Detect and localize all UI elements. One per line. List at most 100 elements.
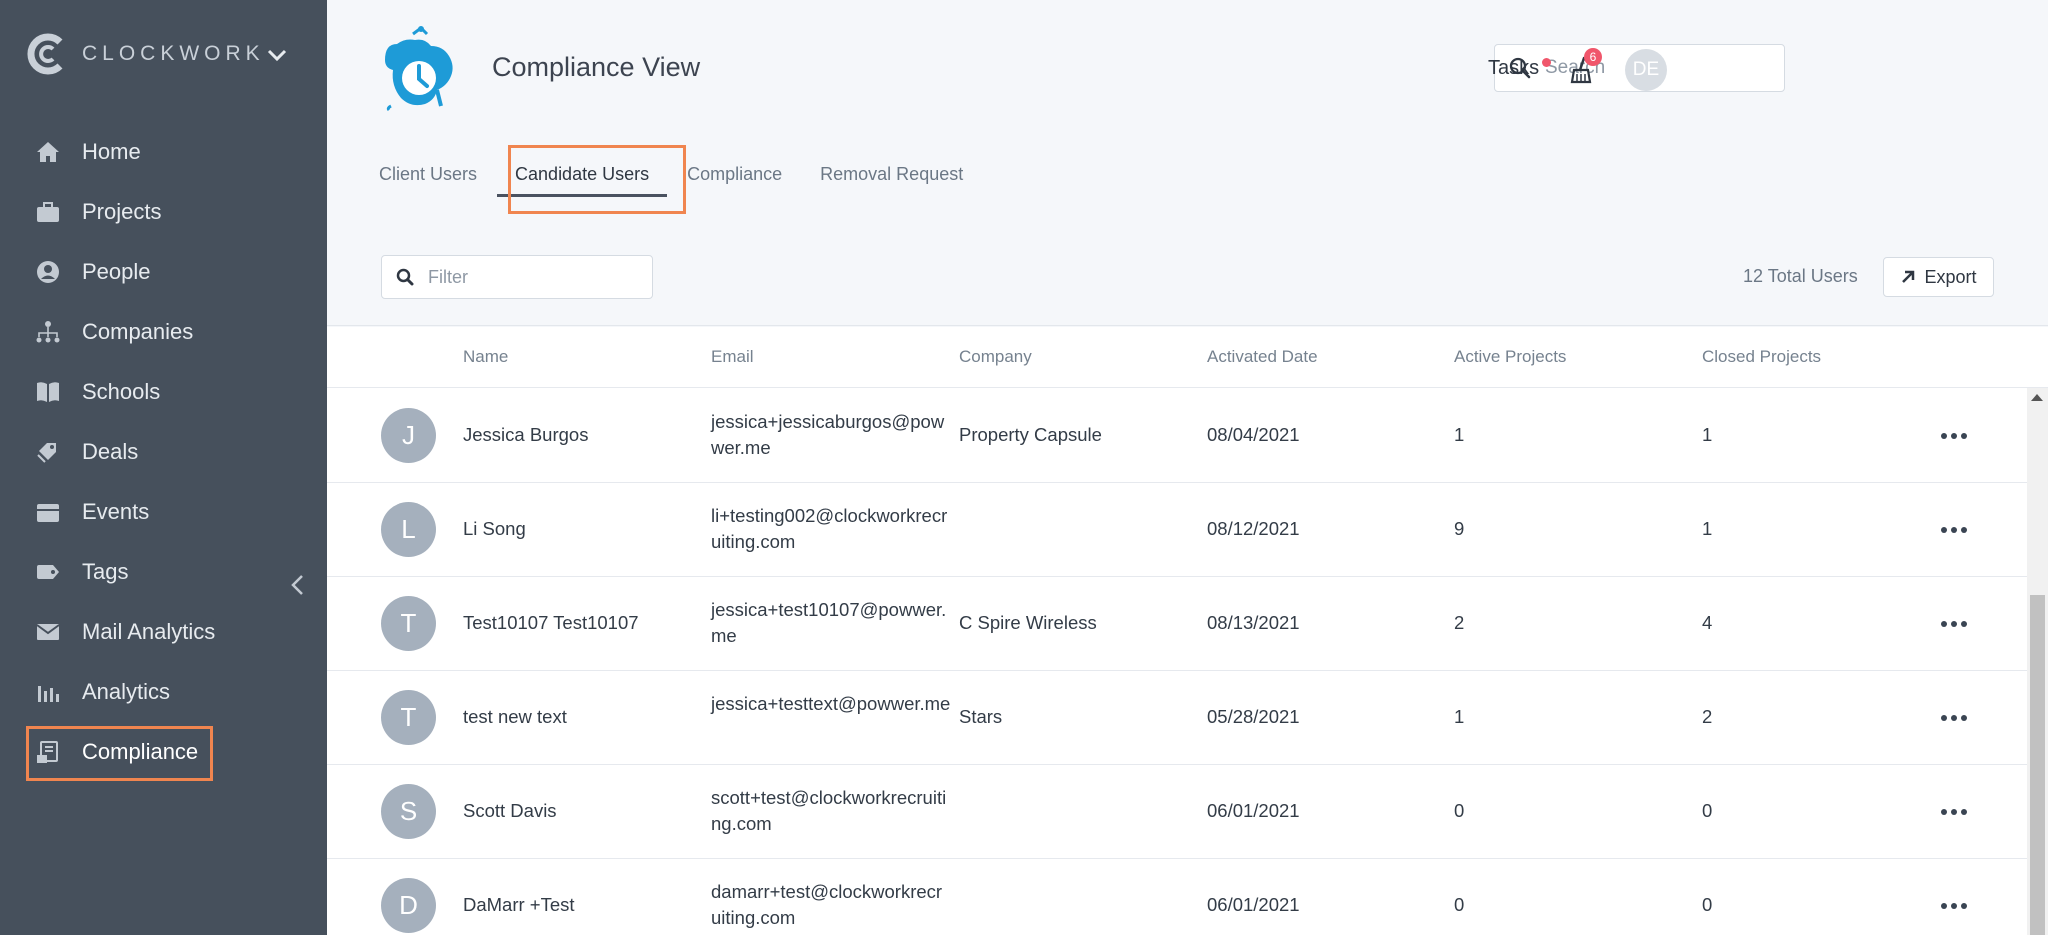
column-header-closed-projects[interactable]: Closed Projects — [1702, 347, 1821, 367]
cell-name[interactable]: DaMarr +Test — [463, 894, 575, 916]
table-row[interactable]: S Scott Davis scott+test@clockworkrecrui… — [327, 765, 2048, 859]
cell-company: Property Capsule — [959, 424, 1102, 445]
cell-activated-date: 05/28/2021 — [1207, 706, 1300, 727]
bar-chart-icon — [34, 678, 62, 706]
column-header-name[interactable]: Name — [463, 347, 508, 367]
sidebar-item-deals[interactable]: Deals — [0, 422, 327, 482]
cell-active-projects: 0 — [1454, 894, 1465, 915]
avatar: S — [381, 784, 436, 839]
cell-company: C Spire Wireless — [959, 612, 1097, 633]
cell-active-projects: 2 — [1454, 612, 1465, 633]
column-header-active-projects[interactable]: Active Projects — [1454, 347, 1566, 367]
export-button[interactable]: Export — [1883, 257, 1994, 297]
more-options-icon[interactable] — [1934, 520, 1974, 540]
header-controls: Client Users Candidate Users Compliance … — [327, 0, 2048, 326]
arrow-up-right-icon — [1902, 270, 1915, 283]
mail-icon — [34, 618, 62, 646]
sidebar-item-mail-analytics[interactable]: Mail Analytics — [0, 602, 327, 662]
cell-activated-date: 08/13/2021 — [1207, 612, 1300, 633]
table-header: Name Email Company Activated Date Active… — [327, 327, 2048, 388]
avatar: J — [381, 408, 436, 463]
cell-email: li+testing002@clockworkrecruiting.com — [711, 505, 948, 552]
cell-email: jessica+jessicaburgos@powwer.me — [711, 411, 945, 458]
tab-removal-request[interactable]: Removal Request — [820, 150, 963, 203]
cell-closed-projects: 4 — [1702, 612, 1713, 633]
cell-company: Stars — [959, 706, 1003, 727]
tag-icon — [34, 558, 62, 586]
cell-name[interactable]: Scott Davis — [463, 800, 557, 822]
more-options-icon[interactable] — [1934, 708, 1974, 728]
sidebar-item-companies[interactable]: Companies — [0, 302, 327, 362]
more-options-icon[interactable] — [1934, 614, 1974, 634]
sidebar-item-people[interactable]: People — [0, 242, 327, 302]
book-icon — [34, 378, 62, 406]
table-row[interactable]: T test new text jessica+testtext@powwer.… — [327, 671, 2048, 765]
avatar: D — [381, 878, 436, 933]
chevron-left-icon[interactable] — [280, 568, 314, 602]
more-options-icon[interactable] — [1934, 896, 1974, 916]
tab-compliance[interactable]: Compliance — [687, 150, 782, 203]
cell-activated-date: 06/01/2021 — [1207, 894, 1300, 915]
person-icon — [34, 258, 62, 286]
cell-email: damarr+test@clockworkrecruiting.com — [711, 881, 943, 928]
export-label: Export — [1924, 266, 1977, 287]
table-row[interactable]: D DaMarr +Test damarr+test@clockworkrecr… — [327, 859, 2048, 935]
candidate-users-table: Name Email Company Activated Date Active… — [327, 327, 2048, 935]
cell-activated-date: 06/01/2021 — [1207, 800, 1300, 821]
table-row[interactable]: J Jessica Burgos jessica+jessicaburgos@p… — [327, 389, 2048, 483]
cell-active-projects: 1 — [1454, 706, 1465, 727]
cell-name[interactable]: Jessica Burgos — [463, 424, 588, 446]
cell-activated-date: 08/04/2021 — [1207, 424, 1300, 445]
more-options-icon[interactable] — [1934, 802, 1974, 822]
total-users-count: 12 Total Users — [1743, 266, 1858, 286]
tab-client-users[interactable]: Client Users — [379, 150, 477, 203]
tab-bar: Client Users Candidate Users Compliance … — [379, 150, 1001, 203]
brand[interactable]: CLOCKWORK — [26, 32, 265, 76]
chevron-down-icon[interactable] — [262, 40, 292, 70]
table-row[interactable]: T Test10107 Test10107 jessica+test10107@… — [327, 577, 2048, 671]
sidebar-item-label: Events — [82, 499, 150, 524]
cell-email: scott+test@clockworkrecruiting.com — [711, 787, 947, 834]
cell-closed-projects: 1 — [1702, 518, 1713, 539]
tab-highlight-box — [508, 145, 686, 214]
sidebar: CLOCKWORK Home Projects People Companies… — [0, 0, 327, 935]
column-header-email[interactable]: Email — [711, 347, 754, 367]
cell-name[interactable]: Li Song — [463, 518, 526, 540]
sidebar-item-label: Schools — [82, 379, 161, 404]
cell-active-projects: 9 — [1454, 518, 1465, 539]
sidebar-item-projects[interactable]: Projects — [0, 182, 327, 242]
cell-activated-date: 08/12/2021 — [1207, 518, 1300, 539]
sidebar-item-analytics[interactable]: Analytics — [0, 662, 327, 722]
cell-email: jessica+testtext@powwer.me — [711, 693, 951, 714]
scroll-up-arrow-icon[interactable] — [2031, 394, 2043, 401]
search-icon — [396, 268, 414, 286]
sidebar-item-label: People — [82, 259, 151, 284]
cell-name[interactable]: Test10107 Test10107 — [463, 612, 639, 634]
column-header-activated-date[interactable]: Activated Date — [1207, 347, 1318, 367]
cell-closed-projects: 0 — [1702, 800, 1713, 821]
briefcase-icon — [34, 198, 62, 226]
scrollbar-thumb[interactable] — [2030, 595, 2045, 935]
tags-icon — [34, 438, 62, 466]
sidebar-item-label: Home — [82, 139, 141, 164]
filter-box[interactable] — [381, 255, 653, 299]
clockwork-logo-icon — [27, 33, 63, 75]
sidebar-item-home[interactable]: Home — [0, 122, 327, 182]
table-row[interactable]: L Li Song li+testing002@clockworkrecruit… — [327, 483, 2048, 577]
sidebar-item-compliance[interactable]: Compliance — [0, 722, 327, 782]
brand-name: CLOCKWORK — [82, 42, 265, 65]
cell-active-projects: 1 — [1454, 424, 1465, 445]
home-icon — [34, 138, 62, 166]
cell-name[interactable]: test new text — [463, 706, 567, 728]
more-options-icon[interactable] — [1934, 426, 1974, 446]
sidebar-item-tags[interactable]: Tags — [0, 542, 327, 602]
sidebar-item-events[interactable]: Events — [0, 482, 327, 542]
avatar: T — [381, 596, 436, 651]
filter-input[interactable] — [428, 266, 628, 288]
sidebar-highlight-box — [26, 726, 213, 781]
sidebar-item-label: Deals — [82, 439, 139, 464]
column-header-company[interactable]: Company — [959, 347, 1032, 367]
sidebar-item-schools[interactable]: Schools — [0, 362, 327, 422]
avatar: T — [381, 690, 436, 745]
sidebar-item-label: Tags — [82, 559, 129, 584]
